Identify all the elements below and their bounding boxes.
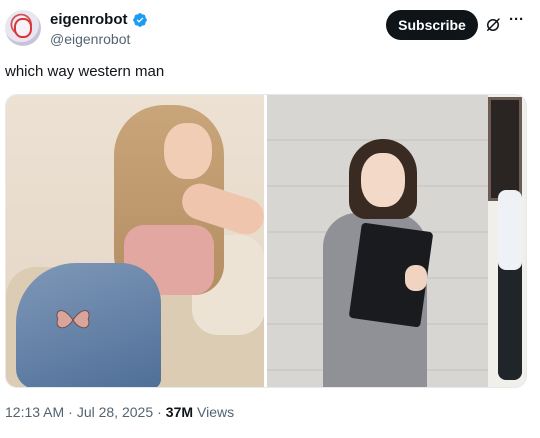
photo-right[interactable] [267,95,526,387]
display-name[interactable]: eigenrobot [50,11,128,28]
face-shape [164,123,212,179]
tweet-date[interactable]: Jul 28, 2025 [77,404,153,420]
verified-badge-icon [132,12,147,27]
face-shape-right [361,153,405,207]
tweet-text: which way western man [5,63,165,80]
meta-separator: · [68,404,73,420]
meta-separator: · [157,404,162,420]
avatar-face [14,18,32,38]
tweet-meta: 12:13 AM · Jul 28, 2025 · 37M Views [5,404,234,420]
views-label: Views [197,404,235,420]
grok-icon[interactable] [484,16,502,34]
tweet-media[interactable] [5,94,527,388]
author-name-row: eigenrobot [50,11,148,28]
picture-frame-shape [488,97,522,201]
author-handle[interactable]: @eigenrobot [50,31,130,47]
hand-shape [405,265,427,291]
views-count: 37M [165,404,194,420]
photo-left[interactable] [6,95,264,387]
tweet-time[interactable]: 12:13 AM [5,404,64,420]
avatar[interactable] [5,10,41,46]
subscribe-button[interactable]: Subscribe [386,10,478,40]
butterfly-icon [56,310,90,329]
more-icon[interactable]: ··· [509,12,524,27]
background-shirt-shape [498,190,522,270]
